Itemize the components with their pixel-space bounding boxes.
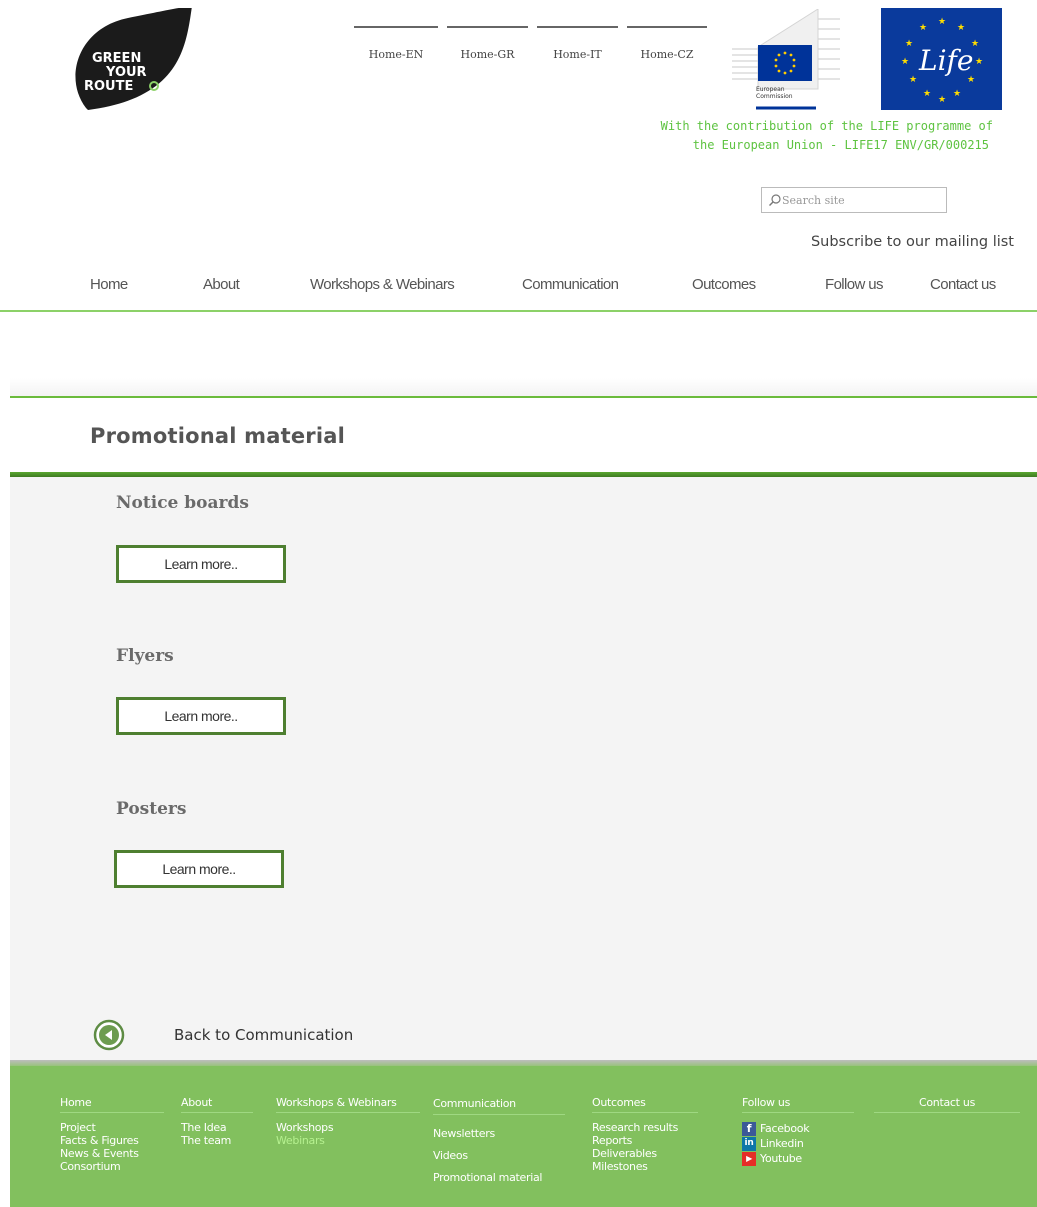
learn-more-posters-button[interactable]: Learn more.. bbox=[114, 850, 284, 888]
footer-link-milestones[interactable]: Milestones bbox=[592, 1160, 698, 1173]
footer-head-communication[interactable]: Communication bbox=[433, 1096, 565, 1115]
footer-link-facts-figures[interactable]: Facts & Figures bbox=[60, 1134, 164, 1147]
svg-text:★: ★ bbox=[919, 23, 927, 33]
svg-text:★: ★ bbox=[975, 57, 983, 67]
footer-link-deliverables[interactable]: Deliverables bbox=[592, 1147, 698, 1160]
nav-about[interactable]: About bbox=[203, 276, 240, 293]
svg-text:★: ★ bbox=[938, 17, 946, 27]
footer-link-idea[interactable]: The Idea bbox=[181, 1121, 253, 1134]
european-commission-logo: European Commission bbox=[732, 9, 840, 110]
back-link-label[interactable]: Back to Communication bbox=[174, 1026, 353, 1044]
footer-link-news-events[interactable]: News & Events bbox=[60, 1147, 164, 1160]
footer-head-workshops-webinars[interactable]: Workshops & Webinars bbox=[276, 1096, 420, 1113]
linkedin-label: Linkedin bbox=[760, 1137, 804, 1150]
footer-link-newsletters[interactable]: Newsletters bbox=[433, 1123, 565, 1145]
footer-link-workshops[interactable]: Workshops bbox=[276, 1121, 420, 1134]
section-heading-posters: Posters bbox=[116, 799, 187, 819]
footer-link-linkedin[interactable]: in Linkedin bbox=[742, 1136, 854, 1151]
page-title: Promotional material bbox=[90, 424, 346, 448]
footer-col-outcomes: Outcomes Research results Reports Delive… bbox=[592, 1096, 698, 1173]
footer-link-research-results[interactable]: Research results bbox=[592, 1121, 698, 1134]
lang-link-it[interactable]: Home-IT bbox=[537, 26, 618, 61]
linkedin-icon: in bbox=[742, 1136, 756, 1151]
lang-link-en[interactable]: Home-EN bbox=[354, 26, 438, 61]
footer-head-home[interactable]: Home bbox=[60, 1096, 164, 1113]
content-area: Notice boards Learn more.. Flyers Learn … bbox=[10, 477, 1037, 1060]
back-to-communication-link[interactable]: Back to Communication bbox=[93, 1019, 353, 1051]
nav-home[interactable]: Home bbox=[90, 276, 128, 293]
footer-col-communication: Communication Newsletters Videos Promoti… bbox=[433, 1096, 565, 1189]
youtube-icon: ▶ bbox=[742, 1151, 756, 1166]
svg-text:★: ★ bbox=[957, 23, 965, 33]
footer-link-promotional-material[interactable]: Promotional material bbox=[433, 1167, 565, 1189]
footer-head-follow-us[interactable]: Follow us bbox=[742, 1096, 854, 1113]
search-box bbox=[761, 187, 947, 213]
footer-link-team[interactable]: The team bbox=[181, 1134, 253, 1147]
footer-col-follow-us: Follow us f Facebook in Linkedin ▶ Youtu… bbox=[742, 1096, 854, 1166]
footer-col-workshops: Workshops & Webinars Workshops Webinars bbox=[276, 1096, 420, 1147]
language-bar: Home-EN Home-GR Home-IT Home-CZ bbox=[354, 26, 716, 61]
nav-follow-us[interactable]: Follow us bbox=[825, 276, 884, 293]
footer-col-contact: Contact us bbox=[874, 1096, 1020, 1121]
section-heading-notice-boards: Notice boards bbox=[116, 493, 249, 513]
footer-head-about[interactable]: About bbox=[181, 1096, 253, 1113]
svg-text:★: ★ bbox=[905, 39, 913, 49]
facebook-label: Facebook bbox=[760, 1122, 810, 1135]
footer-link-youtube[interactable]: ▶ Youtube bbox=[742, 1151, 854, 1166]
facebook-icon: f bbox=[742, 1121, 756, 1136]
footer-head-outcomes[interactable]: Outcomes bbox=[592, 1096, 698, 1113]
svg-text:★: ★ bbox=[938, 95, 946, 105]
life-programme-logo: ★★★ ★★★ ★★★ ★★★ Life bbox=[881, 8, 1002, 110]
footer-link-facebook[interactable]: f Facebook bbox=[742, 1121, 854, 1136]
subscribe-link[interactable]: Subscribe to our mailing list bbox=[811, 234, 1014, 250]
svg-text:★: ★ bbox=[909, 75, 917, 85]
lang-link-gr[interactable]: Home-GR bbox=[447, 26, 528, 61]
learn-more-notice-boards-button[interactable]: Learn more.. bbox=[116, 545, 286, 583]
logo-line-2: YOUR bbox=[105, 65, 147, 80]
nav-contact-us[interactable]: Contact us bbox=[930, 276, 996, 293]
ec-logo-line-2: Commission bbox=[756, 93, 793, 100]
nav-workshops-webinars[interactable]: Workshops & Webinars bbox=[310, 276, 455, 293]
title-band bbox=[10, 378, 1037, 398]
title-bar: Promotional material bbox=[10, 396, 1037, 474]
footer-link-videos[interactable]: Videos bbox=[433, 1145, 565, 1167]
contribution-line-2: the European Union - LIFE17 ENV/GR/00021… bbox=[692, 138, 989, 152]
youtube-label: Youtube bbox=[760, 1152, 802, 1165]
svg-text:★: ★ bbox=[953, 89, 961, 99]
section-heading-flyers: Flyers bbox=[116, 646, 174, 666]
logo-line-3: ROUTE bbox=[84, 79, 133, 94]
footer-col-about: About The Idea The team bbox=[181, 1096, 253, 1147]
nav-communication[interactable]: Communication bbox=[522, 276, 619, 293]
footer-link-consortium[interactable]: Consortium bbox=[60, 1160, 164, 1173]
back-arrow-icon[interactable] bbox=[93, 1019, 125, 1051]
main-nav: Home About Workshops & Webinars Communic… bbox=[0, 270, 1037, 312]
learn-more-flyers-button[interactable]: Learn more.. bbox=[116, 697, 286, 735]
footer-col-home: Home Project Facts & Figures News & Even… bbox=[60, 1096, 164, 1173]
footer-link-project[interactable]: Project bbox=[60, 1121, 164, 1134]
nav-outcomes[interactable]: Outcomes bbox=[692, 276, 756, 293]
footer-link-webinars[interactable]: Webinars bbox=[276, 1134, 420, 1147]
search-input[interactable] bbox=[782, 193, 942, 207]
lang-link-cz[interactable]: Home-CZ bbox=[627, 26, 707, 61]
green-your-route-logo[interactable]: GREEN YOUR ROUTE bbox=[58, 8, 198, 112]
ec-logo-line-1: European bbox=[756, 86, 785, 93]
life-contribution-note: With the contribution of the LIFE progra… bbox=[573, 117, 993, 155]
logo-line-1: GREEN bbox=[92, 51, 141, 66]
footer-head-contact-us[interactable]: Contact us bbox=[874, 1096, 1020, 1113]
footer-link-reports[interactable]: Reports bbox=[592, 1134, 698, 1147]
contribution-line-1: With the contribution of the LIFE progra… bbox=[660, 119, 993, 133]
svg-text:★: ★ bbox=[901, 57, 909, 67]
life-logo-text: Life bbox=[918, 44, 973, 77]
svg-text:★: ★ bbox=[923, 89, 931, 99]
footer: Home Project Facts & Figures News & Even… bbox=[10, 1066, 1037, 1207]
search-icon[interactable] bbox=[768, 193, 782, 207]
